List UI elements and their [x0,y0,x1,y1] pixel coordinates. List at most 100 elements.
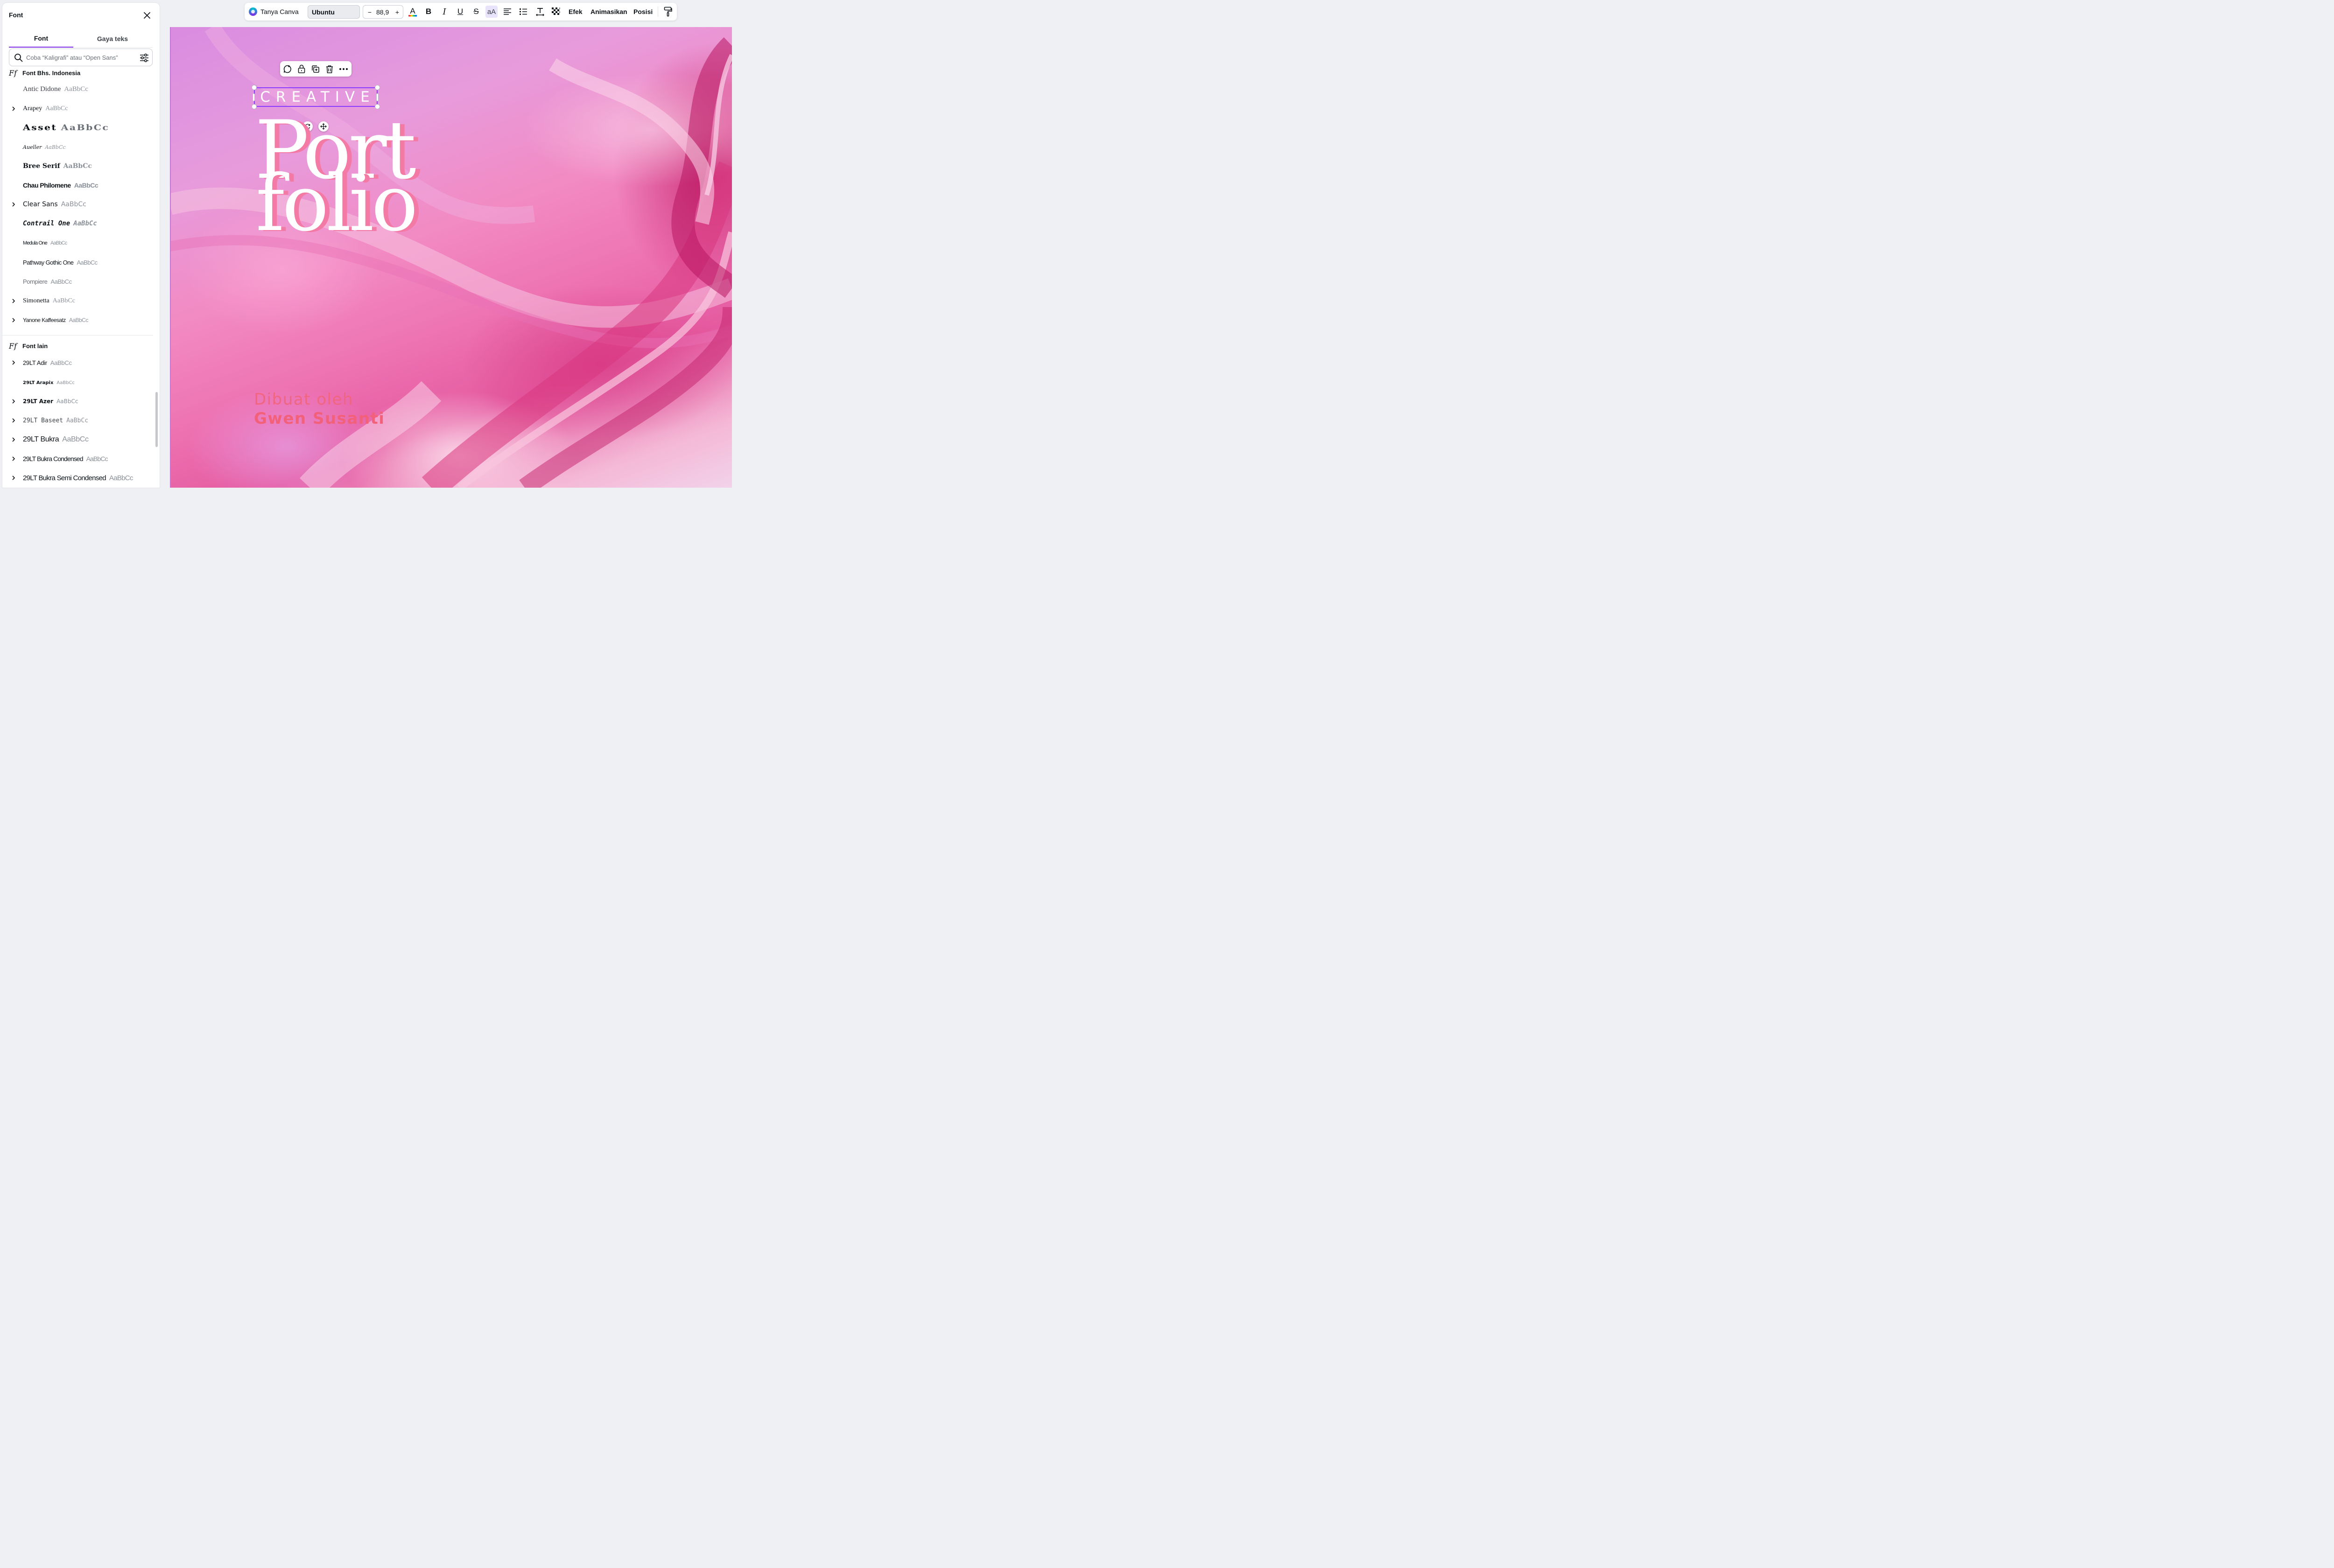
font-size-input[interactable]: 88,9 [376,8,389,16]
text-color-icon: A [408,7,417,17]
font-item-29lt-bukra[interactable]: 29LT Bukra AaBbCc [2,430,153,449]
add-comment-button[interactable] [281,63,294,75]
italic-button[interactable]: I [438,6,450,18]
chevron-right-icon[interactable] [11,399,16,404]
align-text-button[interactable] [501,6,513,18]
text-color-button[interactable]: A [407,6,419,18]
font-search-box [9,49,153,66]
decrease-font-size-button[interactable]: − [366,7,374,17]
chevron-right-icon[interactable] [11,298,16,304]
font-family-selector[interactable]: Ubuntu [308,5,360,19]
font-item-medula-one[interactable]: Medula One AaBbCc [2,234,153,252]
spacing-button[interactable] [534,6,546,18]
font-item-aueller[interactable]: Aueller AaBbCc [2,138,153,156]
more-horizontal-icon [339,68,348,70]
font-name: Clear Sans [23,201,58,208]
font-name: 29LT Azer [23,398,54,405]
font-item-29lt-arapix[interactable]: 29LT Arapix AaBbCc [2,373,153,392]
bold-button[interactable]: B [422,6,435,18]
font-sample: AaBbCc [52,297,75,304]
byline-label[interactable]: Dibuat oleh [254,390,353,409]
font-name: 29LT Bukra Condensed [23,455,83,462]
ask-canva-button[interactable]: Tanya Canva [249,3,299,21]
font-item-asset[interactable]: Asset AaBbCc [2,119,153,137]
font-sample: AaBbCc [50,240,67,246]
font-name: Contrail One [23,220,70,227]
chevron-right-icon[interactable] [11,317,16,323]
chevron-right-icon[interactable] [11,418,16,423]
font-name: Antic Didone [23,85,61,93]
duplicate-icon [312,65,319,73]
font-sample: AaBbCc [45,105,68,112]
font-item-antic-didone[interactable]: Antic Didone AaBbCc [2,80,153,98]
increase-font-size-button[interactable]: + [393,7,401,17]
byline-author-name[interactable]: Gwen Susanti [254,409,385,428]
font-sample: AaBbCc [50,359,72,366]
list-button[interactable] [517,6,529,18]
font-item-29lt-azer[interactable]: 29LT Azer AaBbCc [2,392,153,411]
tab-font[interactable]: Font [9,30,73,48]
chevron-right-icon[interactable] [11,360,16,365]
chevron-right-icon[interactable] [11,456,16,462]
chevron-right-icon[interactable] [11,437,16,442]
font-item-yanone-kaffeesatz[interactable]: Yanone Kaffeesatz AaBbCc [2,311,153,329]
font-name: 29LT Bukra [23,435,59,443]
chevron-right-icon[interactable] [11,202,16,207]
underline-button[interactable]: U [454,6,466,18]
effects-button[interactable]: Efek [569,3,583,21]
font-name: Pompiere [23,278,48,285]
portfolio-title[interactable]: Port folio [255,110,432,243]
font-item-contrail-one[interactable]: Contrail One AaBbCc [2,214,153,233]
resize-handle-right[interactable] [376,93,379,101]
font-sample: AaBbCc [69,317,89,323]
font-item-pathway-gothic-one[interactable]: Pathway Gothic One AaBbCc [2,253,153,272]
text-spacing-icon [536,8,544,16]
font-item-bree-serif[interactable]: Bree Serif AaBbCc [2,157,153,175]
chevron-right-icon[interactable] [11,475,16,481]
font-sample: AaBbCc [45,144,66,150]
font-item-arapey[interactable]: Arapey AaBbCc [2,99,153,118]
filter-icon[interactable] [139,53,149,63]
section-title: Font lain [22,342,48,350]
font-item-29lt-bukra-condensed[interactable]: 29LT Bukra Condensed AaBbCc [2,449,153,468]
font-sample: AaBbCc [64,85,88,93]
duplicate-button[interactable] [309,63,322,75]
close-panel-button[interactable] [142,11,152,20]
copy-style-button[interactable] [662,6,674,18]
tab-text-styles[interactable]: Gaya teks [78,30,147,48]
font-list-scrollbar-thumb[interactable] [155,392,158,447]
more-options-button[interactable] [337,63,350,75]
font-item-29lt-adir[interactable]: 29LT Adir AaBbCc [2,353,153,372]
font-name: 29LT Arapix [23,380,54,385]
resize-handle-left[interactable] [253,93,255,101]
section-title: Font Bhs. Indonesia [22,70,81,77]
delete-button[interactable] [323,63,336,75]
font-item-29lt-bukra-semi-condensed[interactable]: 29LT Bukra Semi Condensed AaBbCc [2,469,153,487]
font-item-29lt-baseet[interactable]: 29LT Baseet AaBbCc [2,411,153,430]
section-header-other: Ff Font lain [9,341,48,351]
font-item-pompiere[interactable]: Pompiere AaBbCc [2,272,153,291]
letter-case-button[interactable]: aA [485,6,498,18]
font-sample: AaBbCc [77,259,98,266]
chevron-right-icon[interactable] [11,106,16,112]
strikethrough-button[interactable]: S [470,6,482,18]
comment-plus-icon [283,65,291,73]
font-search-input[interactable] [26,49,134,66]
svg-text:A: A [410,7,415,15]
font-name: Chau Philomene [23,182,71,189]
font-item-clear-sans[interactable]: Clear Sans AaBbCc [2,195,153,214]
font-item-chau-philomene[interactable]: Chau Philomene AaBbCc [2,176,153,195]
position-button[interactable]: Posisi [633,3,653,21]
font-name: Medula One [23,240,48,246]
transparency-button[interactable] [550,6,562,18]
font-name: Simonetta [23,297,49,304]
resize-handle-top-right[interactable] [375,85,380,90]
font-item-simonetta[interactable]: Simonetta AaBbCc [2,292,153,310]
lock-icon [298,64,305,73]
animate-button[interactable]: Animasikan [591,3,627,21]
font-size-control: − 88,9 + [363,5,403,19]
lock-button[interactable] [295,63,308,75]
portfolio-title-line-2[interactable]: folio [256,165,418,243]
resize-handle-top-left[interactable] [252,85,257,90]
canvas-edge [170,27,171,488]
